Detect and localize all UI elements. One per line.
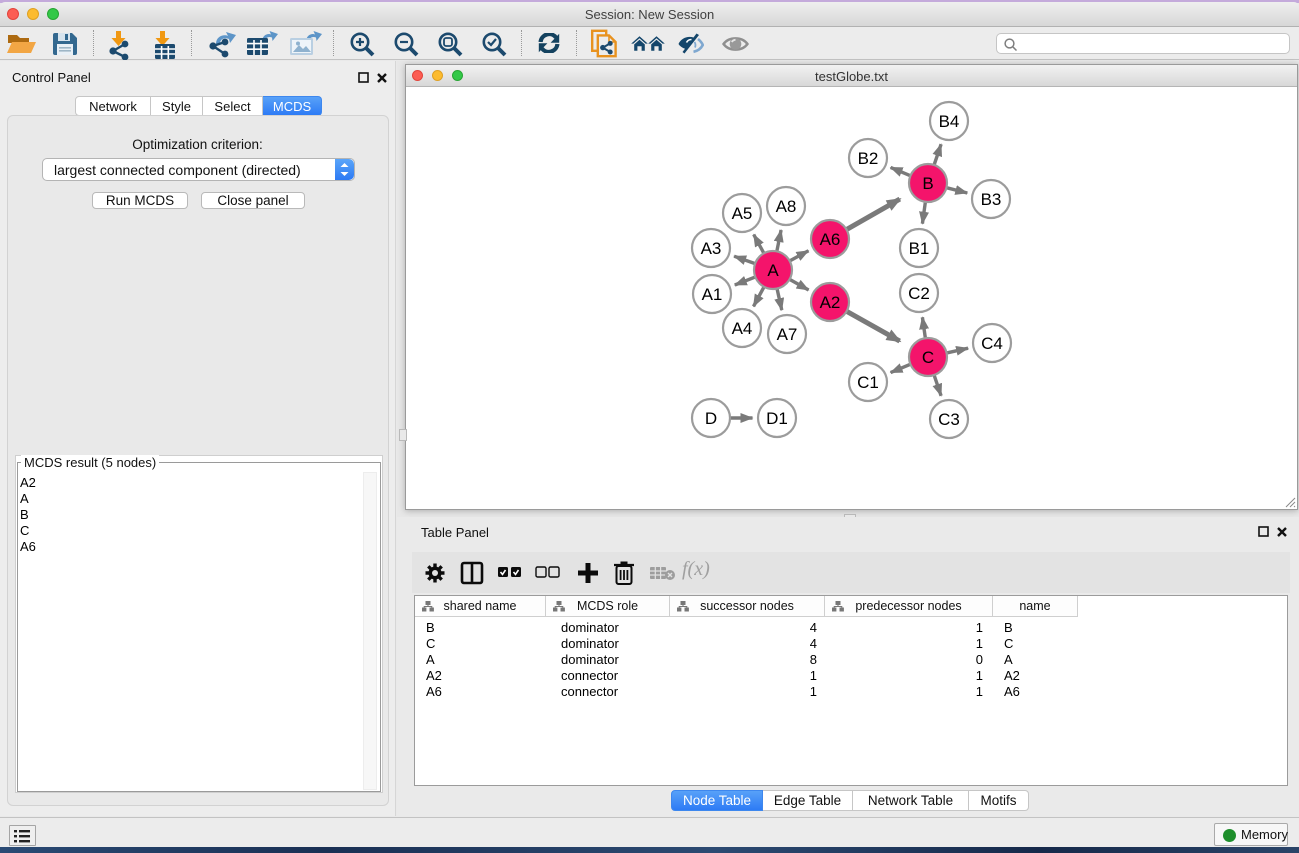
svg-text:A: A (767, 261, 779, 280)
svg-text:C1: C1 (857, 373, 879, 392)
svg-text:C4: C4 (981, 334, 1003, 353)
svg-text:A2: A2 (820, 293, 841, 312)
svg-text:B1: B1 (909, 239, 930, 258)
svg-text:B: B (922, 174, 933, 193)
svg-text:A6: A6 (820, 230, 841, 249)
svg-text:A3: A3 (701, 239, 722, 258)
svg-text:B4: B4 (939, 112, 960, 131)
svg-text:B2: B2 (858, 149, 879, 168)
svg-text:A1: A1 (702, 285, 723, 304)
svg-text:C3: C3 (938, 410, 960, 429)
svg-text:A4: A4 (732, 319, 753, 338)
svg-text:B3: B3 (981, 190, 1002, 209)
svg-text:D1: D1 (766, 409, 788, 428)
svg-text:A5: A5 (732, 204, 753, 223)
svg-text:C2: C2 (908, 284, 930, 303)
svg-text:A8: A8 (776, 197, 797, 216)
svg-text:D: D (705, 409, 717, 428)
svg-text:C: C (922, 348, 934, 367)
svg-text:A7: A7 (777, 325, 798, 344)
